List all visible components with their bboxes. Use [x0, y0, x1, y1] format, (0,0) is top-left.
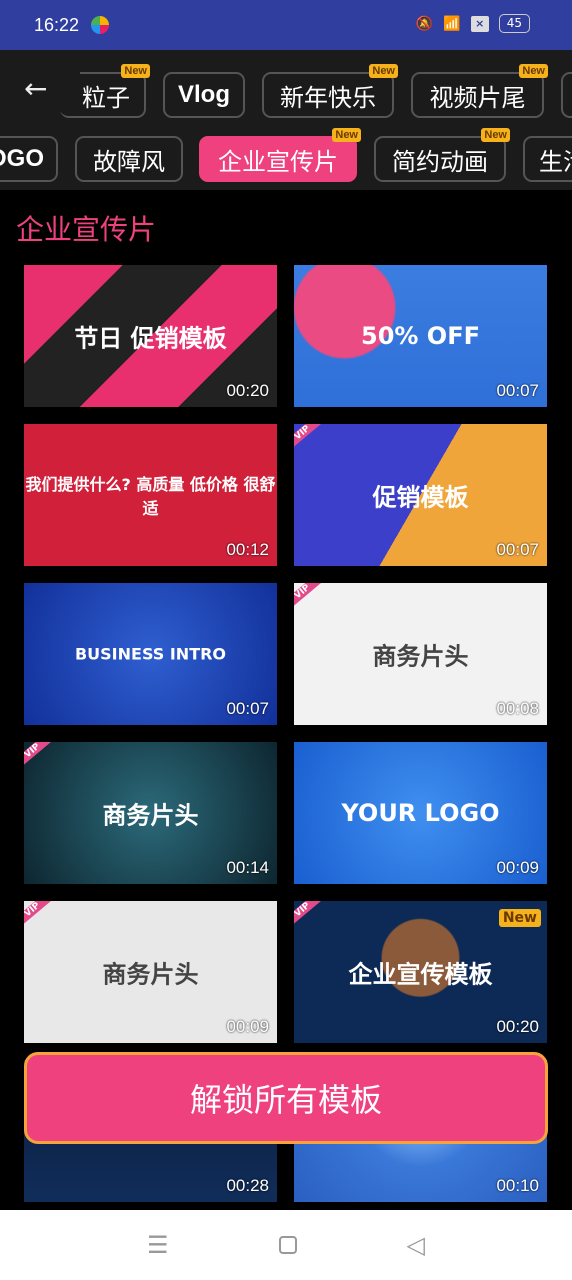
- category-chip[interactable]: 故障风: [75, 136, 183, 182]
- new-badge: New: [498, 909, 541, 927]
- new-badge: New: [332, 128, 361, 142]
- duration-label: 00:07: [496, 381, 539, 400]
- duration-label: 00:20: [496, 1017, 539, 1036]
- vip-badge: VIP: [294, 901, 323, 929]
- category-bar: ← 粒子 New Vlog 新年快乐 New 视频片尾 New OGO 故障风 企业宣…: [0, 50, 572, 190]
- chip-label: OGO: [0, 145, 44, 172]
- duration-label: 00:07: [496, 540, 539, 559]
- new-badge: New: [519, 64, 548, 78]
- clock: 16:22: [34, 14, 80, 35]
- chip-label: 企业宣传片: [218, 147, 338, 176]
- template-card[interactable]: 商务片头 VIP 00:14: [24, 742, 277, 884]
- category-chip-active[interactable]: 企业宣传片 New: [199, 128, 361, 182]
- category-chip[interactable]: Vlog: [163, 72, 245, 118]
- home-icon[interactable]: [278, 1236, 297, 1254]
- template-card[interactable]: YOUR LOGO 00:09: [294, 742, 547, 884]
- new-badge: New: [369, 64, 398, 78]
- template-card[interactable]: 促销模板 VIP 00:07: [294, 424, 547, 566]
- new-badge: New: [121, 64, 150, 78]
- duration-label: 00:14: [226, 858, 269, 877]
- template-card[interactable]: 我们提供什么? 高质量 低价格 很舒适 00:12: [24, 424, 277, 566]
- back-triangle-icon[interactable]: ◁: [407, 1231, 425, 1259]
- duration-label: 00:09: [226, 1017, 269, 1036]
- vip-badge: VIP: [294, 583, 323, 611]
- menu-icon[interactable]: ☰: [147, 1231, 169, 1259]
- chip-label: 新年快乐: [280, 83, 376, 112]
- navigation-bar: ☰ ◁: [0, 1210, 572, 1280]
- template-caption: 商务片头: [102, 801, 199, 830]
- vip-badge: VIP: [294, 424, 323, 452]
- duration-label: 00:10: [496, 1176, 539, 1195]
- chip-label: 故障风: [93, 147, 165, 176]
- x-notification-icon: ×: [470, 15, 489, 32]
- template-card[interactable]: 商务片头 VIP 00:08: [294, 583, 547, 725]
- template-card[interactable]: 企业宣传模板 VIP New 00:20: [294, 901, 547, 1043]
- chip-label: 粒子: [82, 83, 130, 112]
- section-title: 企业宣传片: [16, 213, 157, 246]
- mute-icon: 🔕: [415, 15, 434, 32]
- duration-label: 00:07: [226, 699, 269, 718]
- template-caption: 促销模板: [372, 483, 469, 512]
- template-caption: 企业宣传模板: [348, 960, 493, 989]
- category-chip[interactable]: 新年快乐 New: [262, 64, 398, 118]
- back-arrow-icon[interactable]: ←: [24, 72, 80, 112]
- battery-icon: 45: [498, 14, 530, 33]
- chip-label: Vlog: [178, 81, 230, 108]
- category-chip[interactable]: 视频片尾 New: [411, 64, 548, 118]
- status-bar: 16:22 🔕 📶 × 45: [0, 0, 572, 50]
- wifi-icon: 📶: [443, 15, 461, 32]
- duration-label: 00:09: [496, 858, 539, 877]
- template-caption: 50% OFF: [361, 322, 480, 350]
- template-caption: 商务片头: [102, 960, 199, 989]
- template-caption: 节日 促销模板: [74, 324, 227, 353]
- chip-label: 生活: [539, 147, 572, 176]
- template-card[interactable]: 商务片头 VIP 00:09: [24, 901, 277, 1043]
- duration-label: 00:20: [226, 381, 269, 400]
- chip-label: 视频片尾: [429, 83, 526, 112]
- vip-badge: VIP: [24, 901, 53, 929]
- duration-label: 00:28: [226, 1176, 269, 1195]
- unlock-all-templates-button[interactable]: 解锁所有模板: [24, 1052, 548, 1144]
- duration-label: 00:08: [496, 699, 539, 718]
- category-chip[interactable]: 生活: [523, 136, 572, 182]
- template-caption: YOUR LOGO: [341, 799, 500, 827]
- template-card[interactable]: 50% OFF 00:07: [294, 265, 547, 407]
- vip-badge: VIP: [24, 742, 53, 770]
- template-card[interactable]: 节日 促销模板 00:20: [24, 265, 277, 407]
- chip-label: 简约动画: [392, 147, 488, 176]
- template-caption: BUSINESS INTRO: [74, 644, 227, 664]
- category-chip[interactable]: 简约动画 New: [374, 128, 510, 182]
- category-chip[interactable]: [561, 72, 572, 118]
- template-caption: 我们提供什么? 高质量 低价格 很舒适: [25, 475, 276, 518]
- category-chip[interactable]: OGO: [0, 136, 58, 182]
- template-caption: 商务片头: [372, 642, 469, 671]
- duration-label: 00:12: [226, 540, 269, 559]
- new-badge: New: [481, 128, 510, 142]
- app-icon: [91, 16, 110, 34]
- template-card[interactable]: BUSINESS INTRO 00:07: [24, 583, 277, 725]
